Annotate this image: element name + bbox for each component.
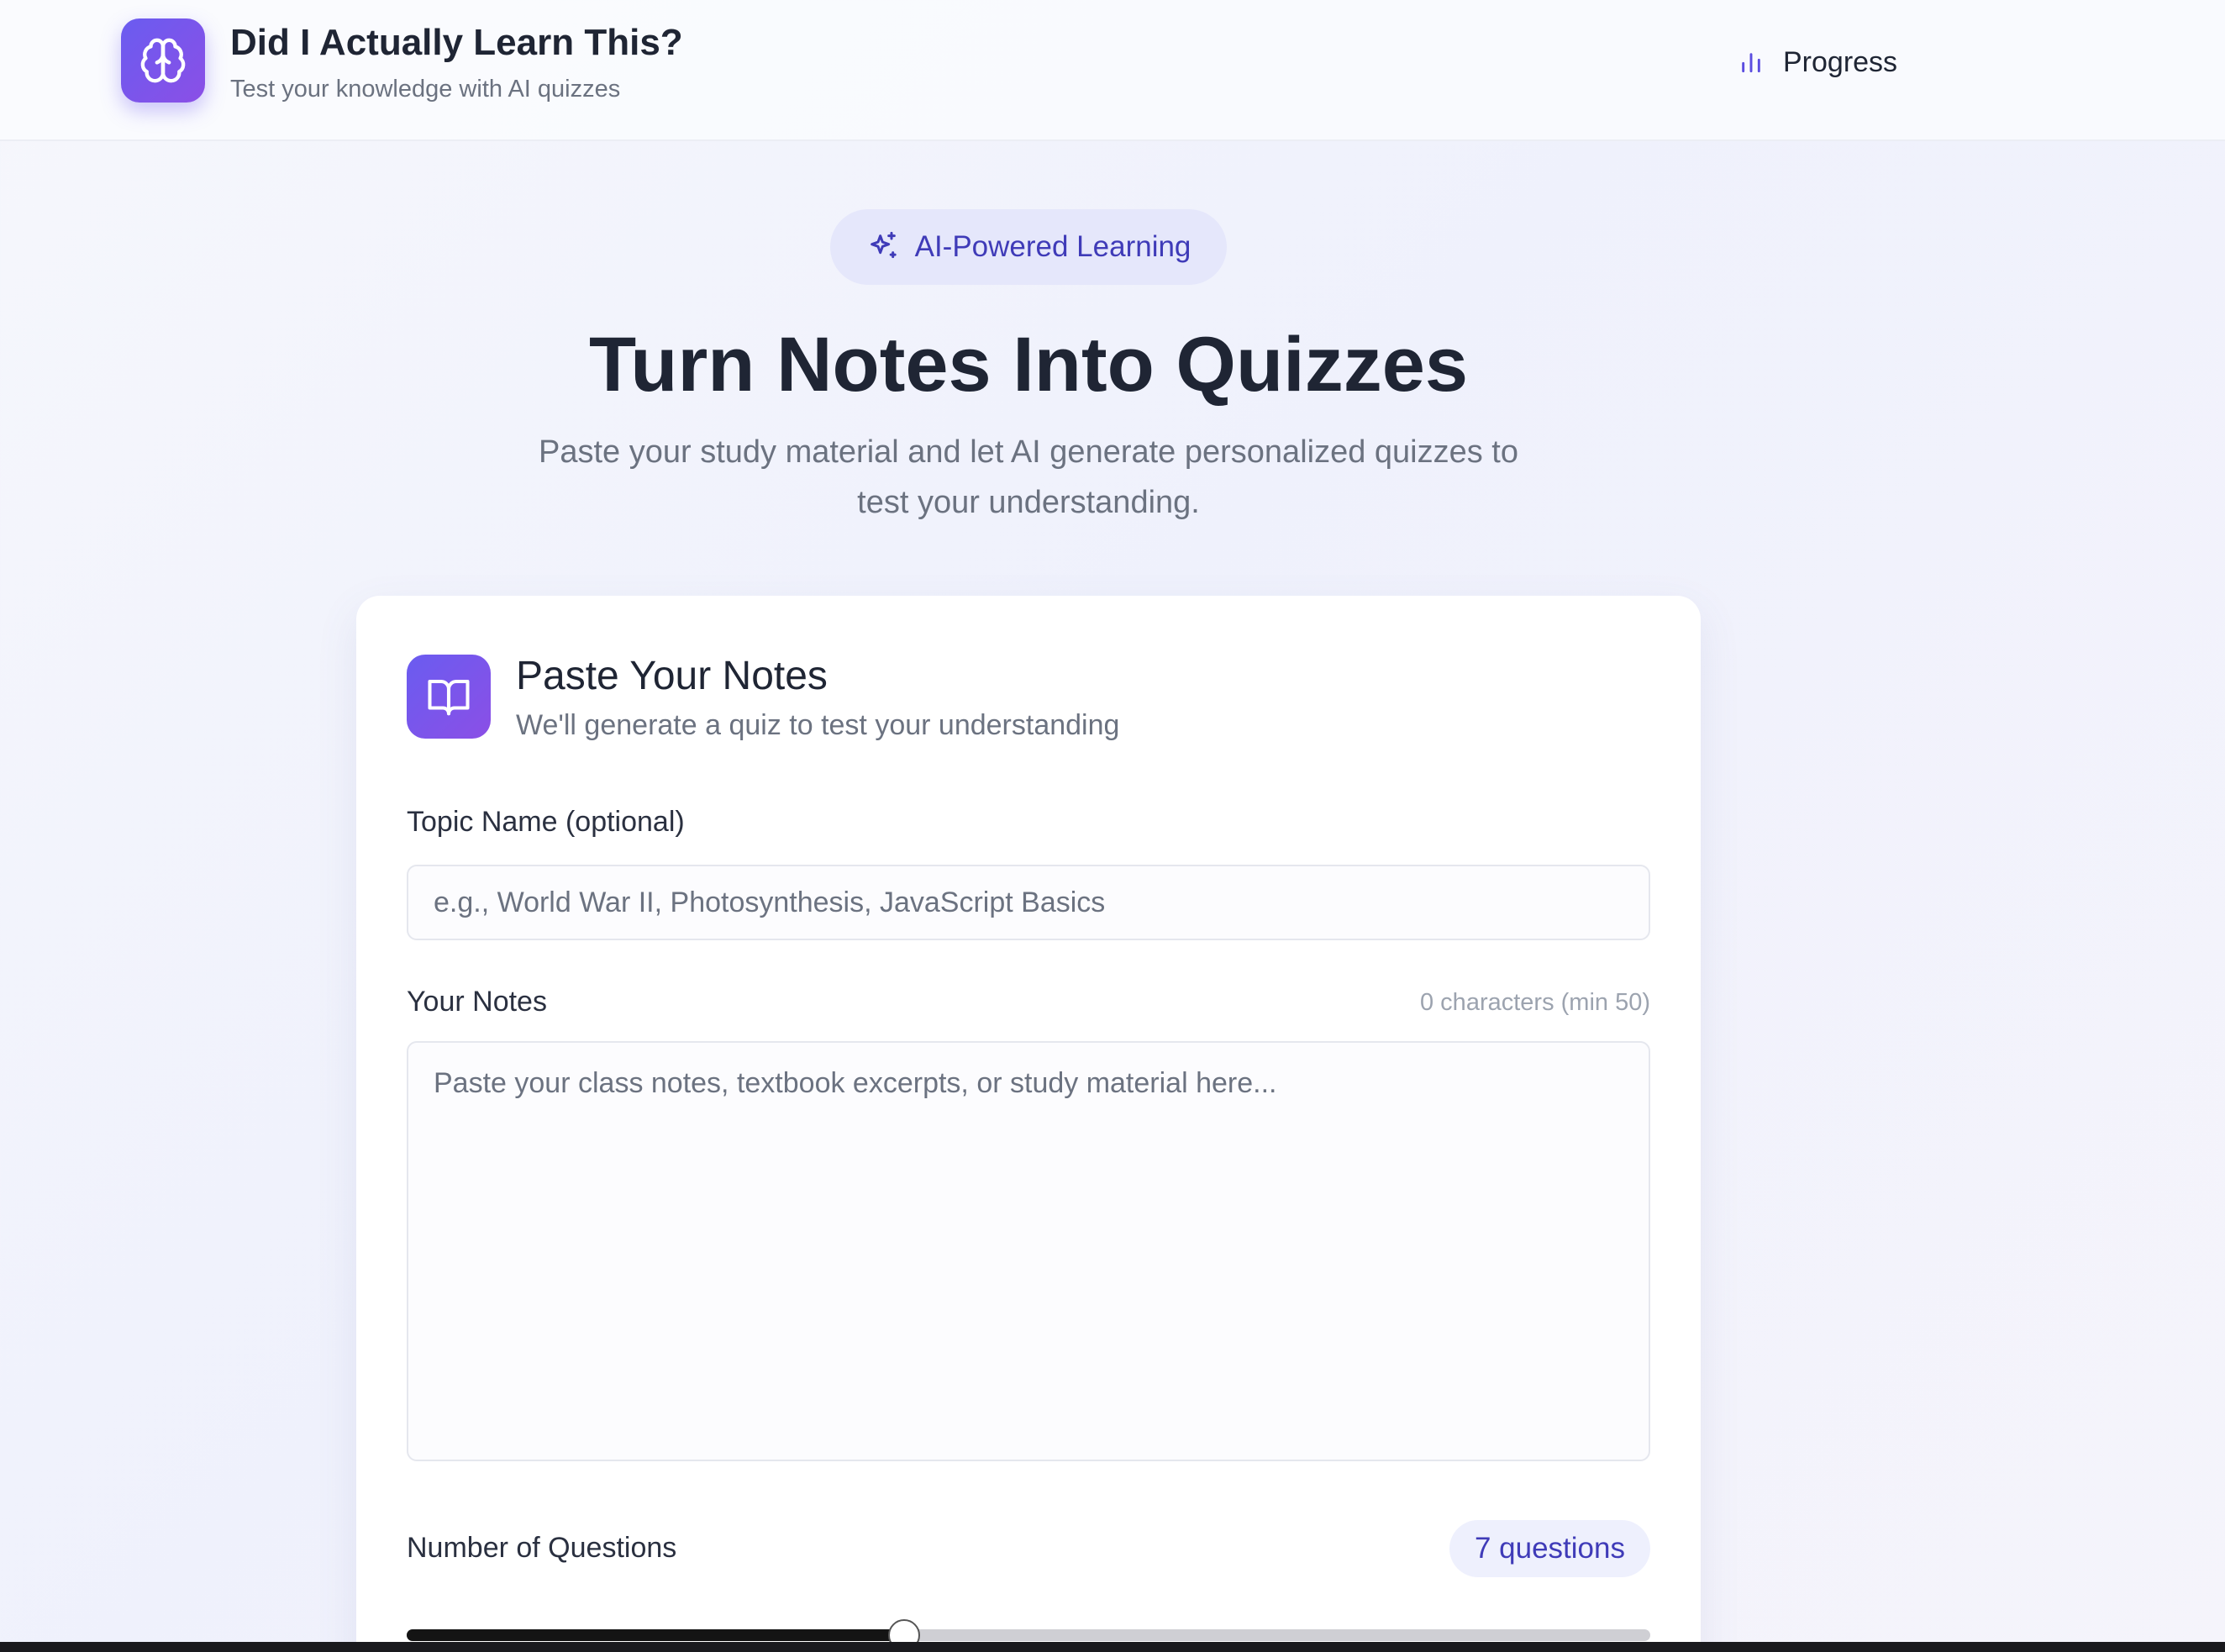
window-bottom-edge xyxy=(0,1642,2225,1652)
card-subtitle: We'll generate a quiz to test your under… xyxy=(516,709,1120,741)
topic-input[interactable] xyxy=(407,865,1650,940)
question-count-badge: 7 questions xyxy=(1449,1520,1650,1577)
app-title: Did I Actually Learn This? xyxy=(230,22,683,63)
slider-fill xyxy=(407,1629,904,1641)
hero-title: Turn Notes Into Quizzes xyxy=(588,322,1469,408)
ai-powered-badge-label: AI-Powered Learning xyxy=(914,230,1191,263)
card-icon-box xyxy=(407,655,491,739)
app-logo[interactable] xyxy=(121,18,205,103)
brain-icon xyxy=(140,38,186,83)
progress-nav-link[interactable]: Progress xyxy=(1738,42,1897,82)
bar-chart-icon xyxy=(1742,53,1760,73)
sparkles-icon xyxy=(870,231,897,259)
progress-nav-label: Progress xyxy=(1783,45,1898,78)
app-subtitle: Test your knowledge with AI quizzes xyxy=(230,76,621,103)
notes-textarea[interactable] xyxy=(407,1041,1650,1461)
book-open-icon xyxy=(428,679,470,716)
character-counter: 0 characters (min 50) xyxy=(1420,989,1650,1016)
card-title: Paste Your Notes xyxy=(516,654,828,698)
ai-powered-badge: AI-Powered Learning xyxy=(830,209,1227,285)
topic-label: Topic Name (optional) xyxy=(407,806,685,838)
app-header: Did I Actually Learn This? Test your kno… xyxy=(0,0,2225,141)
notes-card: Paste Your Notes We'll generate a quiz t… xyxy=(356,596,1701,1652)
hero-subtitle: Paste your study material and let AI gen… xyxy=(538,434,1518,520)
notes-label: Your Notes xyxy=(407,986,547,1018)
question-count-label: Number of Questions xyxy=(407,1532,677,1564)
